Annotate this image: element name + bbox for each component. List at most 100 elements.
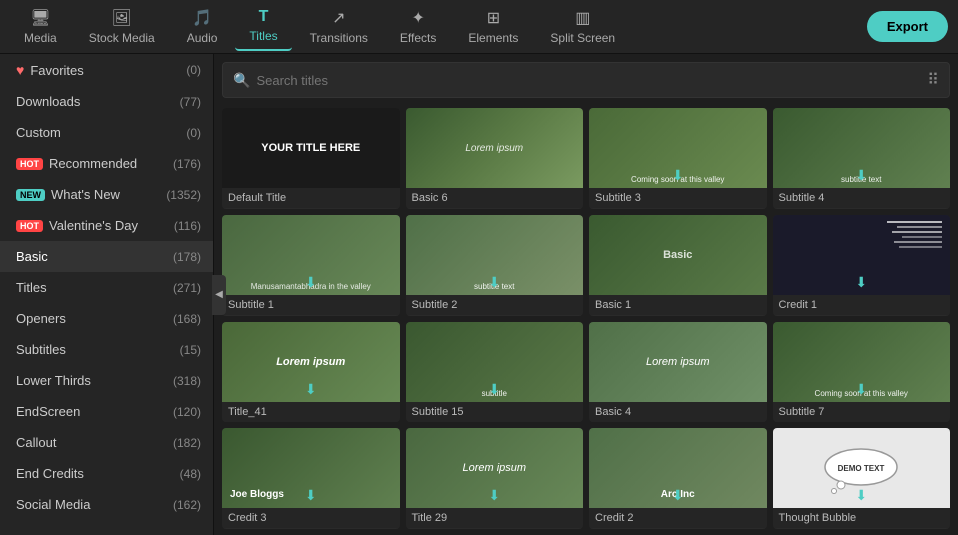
sidebar-item-lower-thirds[interactable]: Lower Thirds (318) — [0, 365, 213, 396]
sidebar-item-end-credits[interactable]: End Credits (48) — [0, 458, 213, 489]
nav-audio[interactable]: 🎵 Audio — [173, 2, 232, 51]
grid-item-subtitle-2[interactable]: subtitle text ⬇ Subtitle 2 — [406, 215, 584, 316]
thumb-basic-6: Lorem ipsum — [406, 108, 584, 188]
label-basic-6: Basic 6 — [406, 188, 584, 208]
nav-effects-label: Effects — [400, 31, 436, 45]
favorites-count: (0) — [186, 63, 201, 77]
nav-media[interactable]: 🖥 Media — [10, 2, 71, 51]
grid-container: YOUR TITLE HERE Default Title Lorem ipsu… — [214, 102, 958, 535]
sidebar-item-whats-new[interactable]: NEW What's New (1352) — [0, 179, 213, 210]
grid-item-title-41[interactable]: Lorem ipsum ⬇ Title_41 — [222, 322, 400, 423]
grid-item-credit-2[interactable]: Arc Inc ⬇ Credit 2 — [589, 428, 767, 529]
grid-item-default-title[interactable]: YOUR TITLE HERE Default Title — [222, 108, 400, 209]
subtitles-count: (15) — [180, 343, 201, 357]
lower-thirds-count: (318) — [173, 374, 201, 388]
label-default-title: Default Title — [222, 188, 400, 208]
whats-new-count: (1352) — [166, 188, 201, 202]
basic-label: Basic — [16, 249, 173, 264]
thumb-subtitle-15: subtitle ⬇ — [406, 322, 584, 402]
sidebar-item-social-media[interactable]: Social Media (162) — [0, 489, 213, 520]
content-area: 🔍 ⠿ YOUR TITLE HERE Default Title Lorem … — [214, 54, 958, 535]
elements-icon: ⊞ — [487, 8, 500, 28]
sidebar-item-custom[interactable]: Custom (0) — [0, 117, 213, 148]
nav-titles[interactable]: T Titles — [235, 2, 291, 51]
label-subtitle-15: Subtitle 15 — [406, 402, 584, 422]
label-title-29: Title 29 — [406, 508, 584, 528]
nav-stock-label: Stock Media — [89, 31, 155, 45]
lower-thirds-label: Lower Thirds — [16, 373, 173, 388]
titles-count: (271) — [173, 281, 201, 295]
thumb-subtitle-3: Coming soon at this valley ⬇ — [589, 108, 767, 188]
sidebar-wrapper: ♥ Favorites (0) Downloads (77) Custom (0… — [0, 54, 214, 535]
custom-label: Custom — [16, 125, 186, 140]
nav-elements[interactable]: ⊞ Elements — [454, 2, 532, 51]
grid-item-title-29[interactable]: Lorem ipsum ⬇ Title 29 — [406, 428, 584, 529]
search-icon: 🔍 — [233, 72, 250, 89]
sidebar-item-callout[interactable]: Callout (182) — [0, 427, 213, 458]
social-media-label: Social Media — [16, 497, 173, 512]
grid-item-thought-bubble[interactable]: DEMO TEXT ⬇ Thought Bubble — [773, 428, 951, 529]
titles-icon: T — [259, 8, 269, 26]
sidebar-item-endscreen[interactable]: EndScreen (120) — [0, 396, 213, 427]
hot-badge-recommended: HOT — [16, 158, 43, 170]
label-credit-3: Credit 3 — [222, 508, 400, 528]
search-input[interactable] — [256, 73, 927, 88]
favorites-label: Favorites — [30, 63, 186, 78]
valentines-count: (116) — [174, 219, 201, 233]
sidebar: ♥ Favorites (0) Downloads (77) Custom (0… — [0, 54, 214, 535]
end-credits-label: End Credits — [16, 466, 180, 481]
nav-stock-media[interactable]: 🖼 Stock Media — [75, 2, 169, 51]
thumb-title-41: Lorem ipsum ⬇ — [222, 322, 400, 402]
grid-item-subtitle-7[interactable]: Coming soon at this valley ⬇ Subtitle 7 — [773, 322, 951, 423]
custom-count: (0) — [186, 126, 201, 140]
nav-effects[interactable]: ✦ Effects — [386, 2, 450, 51]
grid-item-subtitle-3[interactable]: Coming soon at this valley ⬇ Subtitle 3 — [589, 108, 767, 209]
thumb-basic-4: Lorem ipsum — [589, 322, 767, 402]
nav-elements-label: Elements — [468, 31, 518, 45]
new-badge-whats-new: NEW — [16, 189, 45, 201]
grid-item-basic-1[interactable]: Basic Basic 1 — [589, 215, 767, 316]
sidebar-item-downloads[interactable]: Downloads (77) — [0, 86, 213, 117]
sidebar-item-openers[interactable]: Openers (168) — [0, 303, 213, 334]
grid-item-basic-4[interactable]: Lorem ipsum Basic 4 — [589, 322, 767, 423]
whats-new-label: What's New — [51, 187, 166, 202]
downloads-label: Downloads — [16, 94, 180, 109]
nav-titles-label: Titles — [249, 29, 277, 43]
heart-icon: ♥ — [16, 62, 24, 78]
sidebar-collapse-button[interactable]: ◀ — [212, 275, 226, 315]
thumb-subtitle-7: Coming soon at this valley ⬇ — [773, 322, 951, 402]
sidebar-item-titles[interactable]: Titles (271) — [0, 272, 213, 303]
thumb-credit-2: Arc Inc ⬇ — [589, 428, 767, 508]
sidebar-item-valentines[interactable]: HOT Valentine's Day (116) — [0, 210, 213, 241]
nav-audio-label: Audio — [187, 31, 218, 45]
grid-item-credit-3[interactable]: Joe Bloggs ⬇ Credit 3 — [222, 428, 400, 529]
label-credit-2: Credit 2 — [589, 508, 767, 528]
thumb-title-29: Lorem ipsum ⬇ — [406, 428, 584, 508]
hot-badge-valentines: HOT — [16, 220, 43, 232]
label-subtitle-1: Subtitle 1 — [222, 295, 400, 315]
grid-toggle-icon[interactable]: ⠿ — [927, 70, 939, 90]
callout-count: (182) — [173, 436, 201, 450]
nav-transitions[interactable]: ↗ Transitions — [296, 2, 382, 51]
sidebar-item-recommended[interactable]: HOT Recommended (176) — [0, 148, 213, 179]
callout-label: Callout — [16, 435, 173, 450]
export-button[interactable]: Export — [867, 11, 948, 42]
grid-item-subtitle-15[interactable]: subtitle ⬇ Subtitle 15 — [406, 322, 584, 423]
nav-splitscreen-label: Split Screen — [550, 31, 615, 45]
sidebar-item-basic[interactable]: Basic (178) — [0, 241, 213, 272]
grid-item-basic-6[interactable]: Lorem ipsum Basic 6 — [406, 108, 584, 209]
grid-item-credit-1[interactable]: ⬇ Credit 1 — [773, 215, 951, 316]
label-credit-1: Credit 1 — [773, 295, 951, 315]
label-thought-bubble: Thought Bubble — [773, 508, 951, 528]
social-media-count: (162) — [173, 498, 201, 512]
valentines-label: Valentine's Day — [49, 218, 174, 233]
sidebar-item-favorites[interactable]: ♥ Favorites (0) — [0, 54, 213, 86]
nav-items: 🖥 Media 🖼 Stock Media 🎵 Audio T Titles ↗… — [10, 2, 867, 51]
grid-item-subtitle-4[interactable]: subtitle text ⬇ Subtitle 4 — [773, 108, 951, 209]
thumb-thought-bubble: DEMO TEXT ⬇ — [773, 428, 951, 508]
sidebar-item-subtitles[interactable]: Subtitles (15) — [0, 334, 213, 365]
grid-item-subtitle-1[interactable]: Manusamantabhadra in the valley ⬇ Subtit… — [222, 215, 400, 316]
label-title-41: Title_41 — [222, 402, 400, 422]
splitscreen-icon: ▥ — [575, 8, 590, 28]
nav-splitscreen[interactable]: ▥ Split Screen — [536, 2, 629, 51]
